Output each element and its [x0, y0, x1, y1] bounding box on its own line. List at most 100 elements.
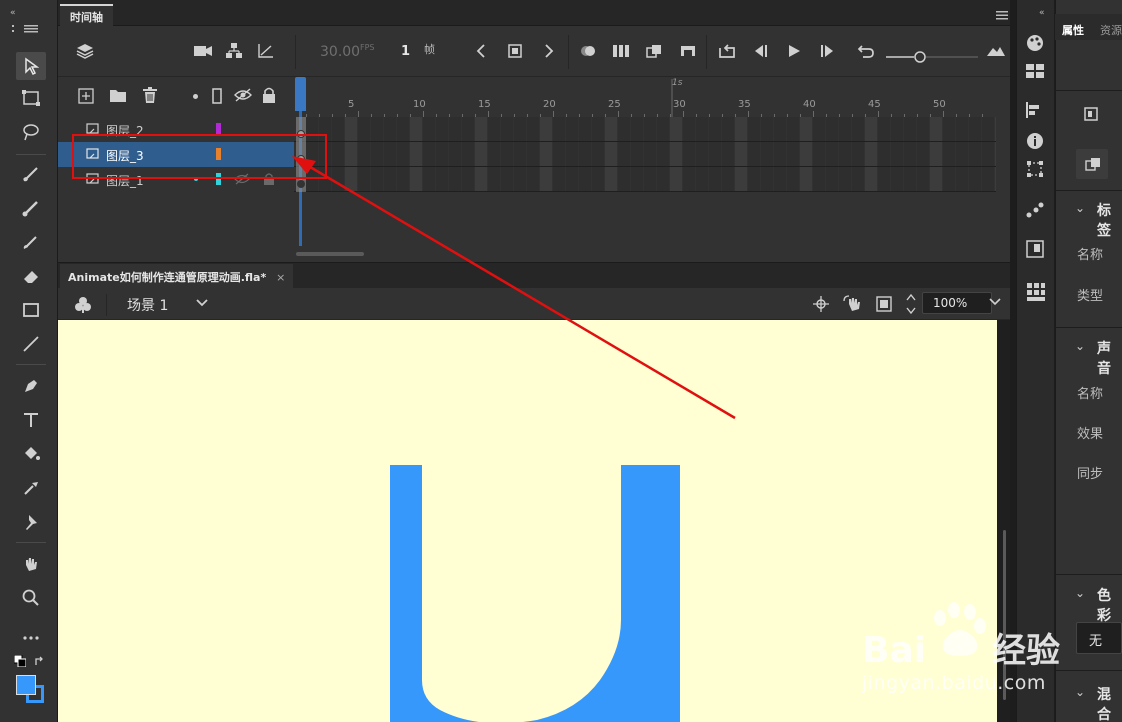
- panel-menu-icon[interactable]: [996, 10, 1008, 20]
- highlight-layers-icon[interactable]: [193, 94, 198, 99]
- layer-header: [58, 77, 294, 117]
- default-colors-icon[interactable]: [14, 655, 26, 667]
- motion-presets-icon[interactable]: [1026, 202, 1044, 218]
- section-color-heading[interactable]: 色彩: [1097, 585, 1122, 625]
- create-tween-icon[interactable]: [646, 44, 662, 58]
- layer-parenting-icon[interactable]: [226, 43, 242, 58]
- chevron-down-icon[interactable]: ⌄: [1075, 685, 1085, 699]
- playhead-handle[interactable]: [295, 77, 306, 111]
- section-label-heading[interactable]: 标签: [1097, 200, 1122, 240]
- watermark-url: jingyan.baidu.com: [862, 672, 1046, 694]
- visibility-hidden-icon[interactable]: [234, 88, 252, 102]
- frame-row[interactable]: [294, 117, 996, 142]
- chevron-down-icon[interactable]: ⌄: [1075, 586, 1085, 600]
- svg-text:经验: 经验: [992, 631, 1060, 671]
- center-stage-icon[interactable]: [813, 296, 829, 312]
- swatches-icon[interactable]: [1026, 64, 1044, 78]
- chevron-down-icon[interactable]: [196, 299, 208, 307]
- fps-value[interactable]: 30.00: [320, 44, 360, 60]
- step-back-icon[interactable]: [752, 44, 768, 58]
- prev-keyframe-icon[interactable]: [476, 44, 486, 58]
- chevron-down-icon[interactable]: ⌄: [1075, 201, 1085, 215]
- eraser-tool-icon[interactable]: [16, 262, 46, 290]
- frame-properties-icon[interactable]: [1084, 107, 1098, 121]
- rectangle-tool-icon[interactable]: [16, 296, 46, 324]
- zoom-dropdown-icon[interactable]: [989, 298, 1001, 306]
- frame-grid[interactable]: [294, 117, 996, 192]
- clip-content-icon[interactable]: [876, 296, 892, 312]
- new-layer-icon[interactable]: [78, 88, 94, 104]
- align-icon[interactable]: [1026, 102, 1042, 118]
- fluid-brush-tool-icon[interactable]: [16, 228, 46, 256]
- zoom-stepper-icon[interactable]: [906, 293, 916, 315]
- selection-tool-icon[interactable]: [16, 52, 46, 80]
- zoom-input[interactable]: 100%: [922, 292, 992, 314]
- tab-properties[interactable]: 属性: [1062, 22, 1084, 38]
- document-tab[interactable]: Animate如何制作连通管原理动画.fla* ×: [60, 264, 294, 288]
- eyedropper-tool-icon[interactable]: [16, 474, 46, 502]
- sound-sync-field: 同步: [1077, 467, 1104, 482]
- section-sound-heading[interactable]: 声音: [1097, 338, 1122, 378]
- play-icon[interactable]: [787, 44, 801, 58]
- components-icon[interactable]: [1026, 282, 1046, 302]
- document-properties-button[interactable]: [1076, 149, 1108, 179]
- timeline-tab[interactable]: 时间轴: [60, 4, 113, 26]
- info-icon[interactable]: [1026, 132, 1044, 150]
- ruler-mark: 5: [348, 99, 355, 110]
- toolbar-grip-icon[interactable]: [12, 22, 40, 34]
- brush-tool-icon[interactable]: [16, 194, 46, 222]
- graph-editor-icon[interactable]: [258, 43, 274, 58]
- new-folder-icon[interactable]: [109, 88, 127, 103]
- scene-label[interactable]: 场景 1: [127, 295, 168, 315]
- second-mark: 1s: [672, 78, 683, 88]
- timeline-ruler[interactable]: 1s 5 10 15 20 25 30 35 40 45 50: [306, 77, 996, 117]
- pen-tool-icon[interactable]: [16, 372, 46, 400]
- free-transform-tool-icon[interactable]: [16, 84, 46, 112]
- paint-brush-tool-icon[interactable]: [16, 160, 46, 188]
- next-keyframe-icon[interactable]: [544, 44, 554, 58]
- close-tab-icon[interactable]: ×: [276, 271, 285, 284]
- pin-tool-icon[interactable]: [16, 508, 46, 536]
- lock-icon[interactable]: [262, 87, 276, 103]
- library-icon[interactable]: [1026, 240, 1044, 258]
- timeline-scrollbar[interactable]: [296, 252, 364, 256]
- keyframe-icon[interactable]: [297, 180, 305, 188]
- onion-skin-icon[interactable]: [579, 44, 597, 58]
- swap-colors-icon[interactable]: [34, 655, 46, 667]
- hand-tool-icon[interactable]: [16, 550, 46, 578]
- loop-icon[interactable]: [718, 43, 736, 59]
- edit-multiple-frames-icon[interactable]: [612, 44, 630, 58]
- fill-stroke-swatch[interactable]: [16, 675, 46, 705]
- lasso-tool-icon[interactable]: [16, 118, 46, 146]
- stage-canvas[interactable]: [58, 320, 997, 722]
- collapse-icon[interactable]: «: [1039, 8, 1045, 18]
- collapse-icon[interactable]: «: [10, 8, 16, 18]
- camera-icon[interactable]: [194, 44, 212, 57]
- tab-assets[interactable]: 资源: [1100, 22, 1122, 38]
- mountain-icon[interactable]: [986, 45, 1006, 57]
- paint-bucket-tool-icon[interactable]: [16, 440, 46, 468]
- zoom-tool-icon[interactable]: [16, 584, 46, 612]
- frame-row[interactable]: [294, 167, 996, 192]
- transform-icon[interactable]: [1026, 160, 1044, 178]
- line-tool-icon[interactable]: [16, 330, 46, 358]
- layers-stack-icon[interactable]: [76, 43, 94, 59]
- undo-icon[interactable]: [857, 43, 875, 59]
- color-palette-icon[interactable]: [1026, 34, 1044, 52]
- more-tools-icon[interactable]: [16, 624, 46, 652]
- delete-icon[interactable]: [142, 87, 158, 104]
- u-tube-shape[interactable]: [58, 320, 997, 722]
- text-tool-icon[interactable]: [16, 406, 46, 434]
- symbol-icon[interactable]: [74, 296, 92, 314]
- section-blend-heading[interactable]: 混合: [1097, 684, 1122, 722]
- insert-keyframe-icon[interactable]: [508, 44, 522, 58]
- frame-row[interactable]: [294, 142, 996, 167]
- chevron-down-icon[interactable]: ⌄: [1075, 339, 1085, 353]
- rotate-stage-icon[interactable]: [843, 295, 863, 313]
- timeline-zoom-slider[interactable]: [886, 51, 978, 63]
- insert-blank-keyframe-icon[interactable]: [680, 44, 696, 58]
- color-effect-select[interactable]: 无: [1076, 622, 1122, 654]
- step-forward-icon[interactable]: [820, 44, 836, 58]
- current-frame[interactable]: 1: [401, 44, 410, 59]
- outline-icon[interactable]: [212, 88, 222, 104]
